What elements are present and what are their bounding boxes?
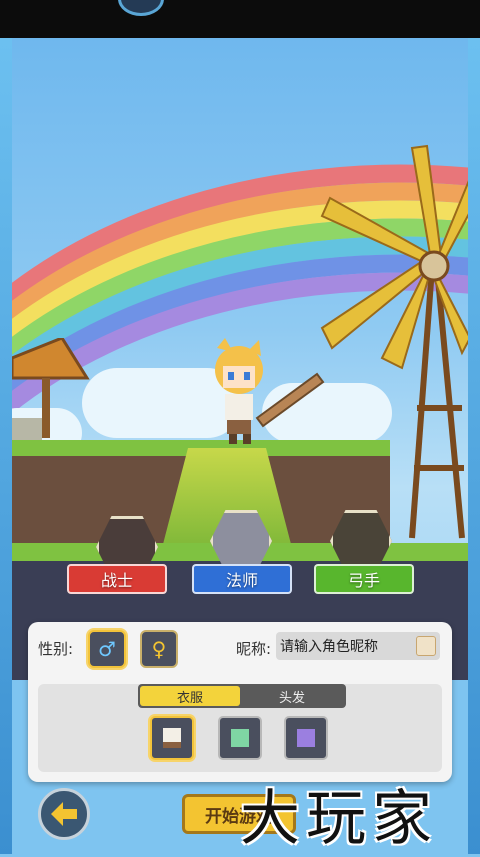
gender-label: 性别: [38, 640, 74, 658]
tab-hair-label: 头发 [278, 690, 305, 706]
purple-shirt-icon [297, 729, 315, 747]
crossbow-icon[interactable] [330, 510, 392, 572]
nickname-placeholder: 请输入角色昵称 [280, 639, 378, 655]
tab-hair[interactable]: 头发 [242, 686, 342, 706]
right-border [468, 38, 480, 854]
appearance-tabs: 衣服 头发 [138, 684, 346, 708]
class-mage-button[interactable]: 法师 [192, 564, 292, 594]
nickname-label: 昵称: [236, 640, 272, 658]
winged-staff-icon[interactable] [210, 510, 272, 572]
class-warrior-button[interactable]: 战士 [67, 564, 167, 594]
tab-clothes[interactable]: 衣服 [140, 686, 240, 706]
gender-male-button[interactable]: ♂ [88, 630, 126, 668]
back-arrow-icon [51, 802, 77, 826]
outfit-slot-2[interactable] [218, 716, 262, 760]
gender-female-button[interactable]: ♀ [140, 630, 178, 668]
back-button[interactable] [38, 788, 90, 840]
white-shirt-icon [163, 728, 181, 748]
outfit-slot-1[interactable] [150, 716, 194, 760]
green-shirt-icon [231, 729, 249, 747]
male-symbol-icon: ♂ [98, 637, 116, 661]
class-warrior-label: 战士 [100, 571, 133, 590]
game-scene: 战士 法师 弓手 [12, 38, 468, 680]
class-mage-icon-wrap[interactable] [210, 510, 272, 572]
tab-clothes-label: 衣服 [176, 690, 203, 706]
appearance-section: 衣服 头发 [38, 684, 442, 772]
class-archer-button[interactable]: 弓手 [314, 564, 414, 594]
character-creation-panel: 性别: ♂ ♀ 昵称: 请输入角色昵称 衣服 头发 [28, 622, 452, 782]
class-mage-label: 法师 [225, 571, 258, 590]
well [12, 338, 90, 443]
female-symbol-icon: ♀ [151, 637, 167, 661]
dice-icon[interactable] [416, 636, 436, 656]
top-bar [0, 0, 480, 38]
class-archer-icon-wrap[interactable] [330, 510, 392, 572]
left-border [0, 38, 12, 854]
outfit-slot-3[interactable] [284, 716, 328, 760]
class-archer-label: 弓手 [347, 571, 380, 590]
watermark: 大玩家 [240, 784, 438, 854]
character [215, 338, 325, 444]
